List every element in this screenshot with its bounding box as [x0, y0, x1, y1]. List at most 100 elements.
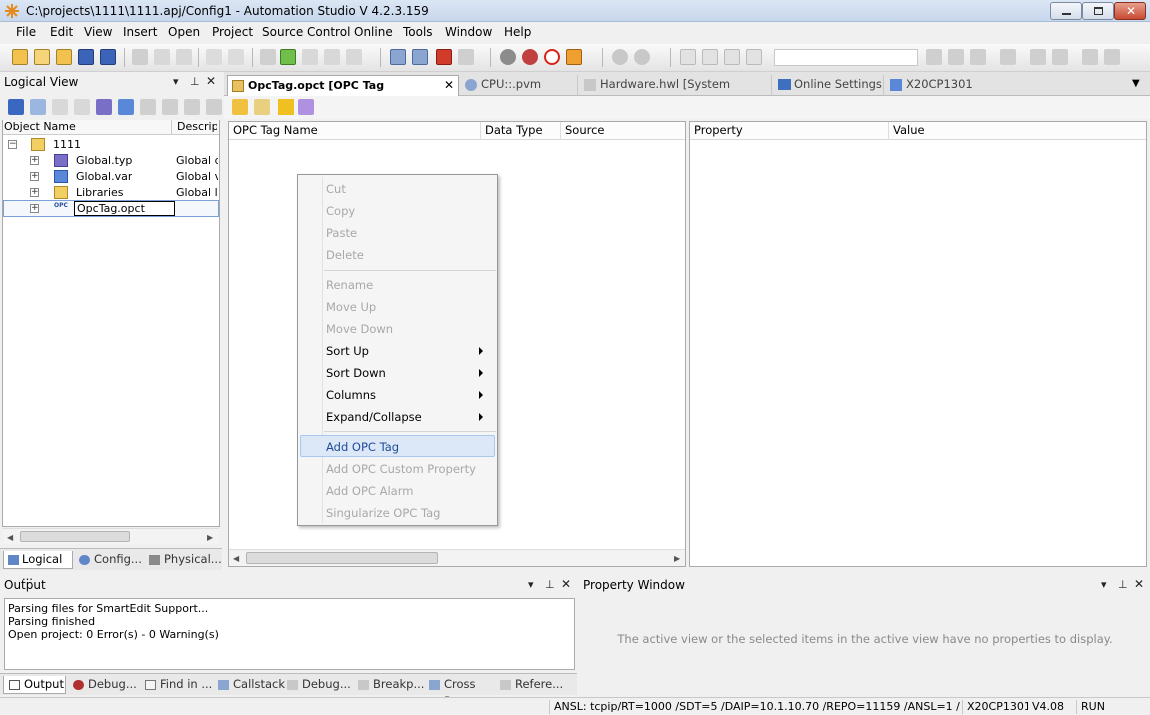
bookmark-icon[interactable] [1000, 49, 1016, 65]
build-icon[interactable] [390, 49, 406, 65]
arrow-up-icon[interactable] [1082, 49, 1098, 65]
tree-item-libraries[interactable]: + Libraries Global lib [3, 185, 219, 201]
restore-button[interactable] [1082, 2, 1114, 20]
table-icon[interactable] [30, 99, 46, 115]
scroll-right-icon[interactable]: ▶ [207, 533, 213, 542]
gear-icon[interactable] [634, 49, 650, 65]
panel-menu-icon[interactable]: ▾ [528, 578, 534, 591]
menu-item-add-opc-tag[interactable]: Add OPC Tag [326, 440, 399, 454]
tab-callstack[interactable]: Callstack [215, 676, 285, 694]
save-all-icon[interactable] [100, 49, 116, 65]
menu-source-control[interactable]: Source Control [262, 25, 350, 39]
tab-output[interactable]: Output [3, 676, 66, 694]
menu-item-delete[interactable]: Delete [326, 248, 364, 262]
menu-open[interactable]: Open [168, 25, 200, 39]
menu-item-sort-up[interactable]: Sort Up [326, 344, 369, 358]
scroll-left-icon[interactable]: ◀ [7, 533, 13, 542]
panel-close-icon[interactable]: ✕ [561, 577, 571, 591]
comment-icon[interactable] [746, 49, 762, 65]
tab-list-dropdown-icon[interactable]: ▼ [1132, 78, 1140, 89]
tab-debug-console[interactable]: Debug... [284, 676, 351, 694]
rename-input[interactable]: OpcTag.opct [74, 201, 175, 216]
column-property[interactable]: Property [690, 122, 889, 140]
new-project-icon[interactable] [12, 49, 28, 65]
pin-icon[interactable]: ⊥ [545, 578, 555, 591]
tree-item-global-var[interactable]: + Global.var Global v [3, 169, 219, 185]
datatype-icon[interactable] [96, 99, 112, 115]
comment-icon[interactable] [724, 49, 740, 65]
redo-icon[interactable] [228, 49, 244, 65]
add-tag-icon[interactable] [232, 99, 248, 115]
monitor-icon[interactable] [500, 49, 516, 65]
open-folder-icon[interactable] [56, 49, 72, 65]
find-icon[interactable] [926, 49, 942, 65]
tree-item-global-typ[interactable]: + Global.typ Global d [3, 153, 219, 169]
tab-cross-reference[interactable]: Cross R... [426, 676, 496, 708]
scroll-right-icon[interactable]: ▶ [674, 554, 680, 563]
tab-references[interactable]: Refere... [497, 676, 573, 694]
menu-item-paste[interactable]: Paste [326, 226, 357, 240]
column-opc-tag-name[interactable]: OPC Tag Name [229, 122, 481, 140]
menu-item-add-opc-alarm[interactable]: Add OPC Alarm [326, 484, 413, 498]
paste-icon[interactable] [176, 49, 192, 65]
menu-item-sort-down[interactable]: Sort Down [326, 366, 386, 380]
properties-icon[interactable] [324, 49, 340, 65]
menu-online[interactable]: Online [354, 25, 393, 39]
variable-icon[interactable] [118, 99, 134, 115]
menu-item-columns[interactable]: Columns [326, 388, 376, 402]
panel-menu-icon[interactable]: ▾ [1101, 578, 1107, 591]
menu-item-expand-collapse[interactable]: Expand/Collapse [326, 410, 422, 424]
tab-find-in-files[interactable]: Find in ... [142, 676, 213, 694]
sort-desc-icon[interactable] [1052, 49, 1068, 65]
grid-horizontal-scrollbar[interactable]: ◀ ▶ [229, 549, 685, 566]
minimize-button[interactable] [1050, 2, 1082, 20]
expand-icon[interactable]: + [30, 172, 39, 181]
copy-icon[interactable] [154, 49, 170, 65]
transfer-icon[interactable] [436, 49, 452, 65]
library-icon[interactable] [162, 99, 178, 115]
menu-tools[interactable]: Tools [403, 25, 433, 39]
tab-configuration-view[interactable]: Config... [76, 551, 144, 569]
edit-icon[interactable] [302, 49, 318, 65]
toolbar-combo[interactable] [774, 49, 918, 66]
stop-build-icon[interactable] [458, 49, 474, 65]
menu-edit[interactable]: Edit [50, 25, 73, 39]
tab-debugger[interactable]: Debug... [70, 676, 138, 694]
tree-horizontal-scrollbar[interactable]: ◀ ▶ [3, 528, 219, 544]
menu-item-copy[interactable]: Copy [326, 204, 355, 218]
expand-icon[interactable]: + [30, 188, 39, 197]
menu-item-move-down[interactable]: Move Down [326, 322, 393, 336]
panel-close-icon[interactable]: ✕ [206, 74, 216, 88]
menu-item-cut[interactable]: Cut [326, 182, 346, 196]
settings-icon[interactable] [612, 49, 628, 65]
property-icon[interactable] [298, 99, 314, 115]
scroll-thumb[interactable] [20, 531, 130, 542]
expand-icon[interactable]: + [30, 156, 39, 165]
power-icon[interactable] [544, 49, 560, 65]
more-icon[interactable] [206, 99, 222, 115]
close-tab-icon[interactable]: ✕ [444, 76, 454, 95]
column-source[interactable]: Source [561, 122, 685, 140]
window-icon[interactable] [702, 49, 718, 65]
tree-item-project[interactable]: − 1111 [3, 137, 219, 153]
list-icon[interactable] [52, 99, 68, 115]
column-object-name[interactable]: Object Name [4, 120, 76, 133]
pin-icon[interactable]: ⊥ [190, 75, 200, 88]
menu-project[interactable]: Project [212, 25, 253, 39]
edit-tag-icon[interactable] [254, 99, 270, 115]
undo-icon[interactable] [206, 49, 222, 65]
tab-online-settings[interactable]: Online Settings [774, 75, 884, 96]
expand-icon[interactable]: + [30, 204, 39, 213]
rebuild-icon[interactable] [412, 49, 428, 65]
status-icon[interactable] [566, 49, 582, 65]
tab-hardware-hwl[interactable]: Hardware.hwl [System Designer] [580, 75, 772, 110]
column-value[interactable]: Value [889, 122, 1146, 140]
header-icon[interactable] [74, 99, 90, 115]
arrow-down-icon[interactable] [1104, 49, 1120, 65]
open-project-icon[interactable] [34, 49, 50, 65]
menu-window[interactable]: Window [445, 25, 492, 39]
tools-icon[interactable] [184, 99, 200, 115]
watch-icon[interactable] [522, 49, 538, 65]
property-grid[interactable]: Property Value [689, 121, 1147, 567]
find-next-icon[interactable] [948, 49, 964, 65]
